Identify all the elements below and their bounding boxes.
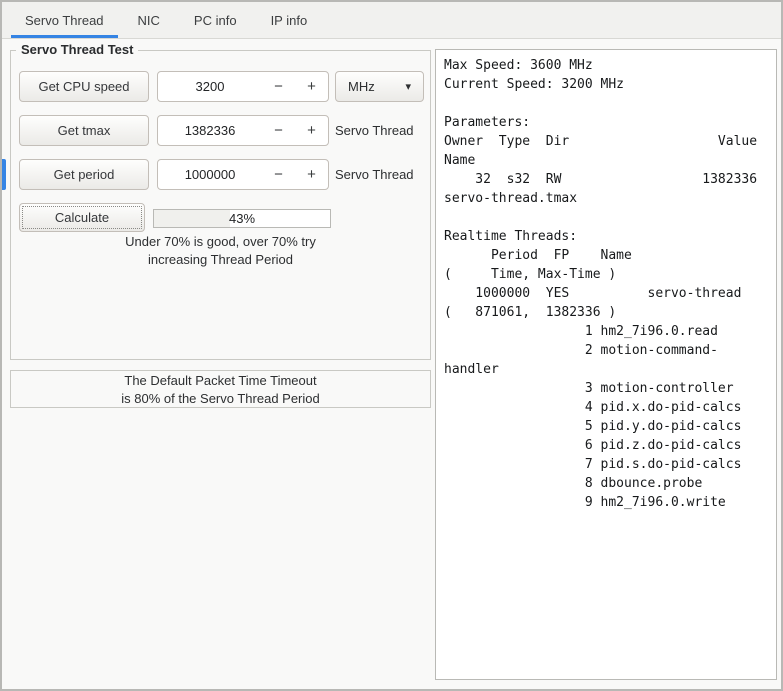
cpu-speed-increment-button[interactable]: + xyxy=(295,72,328,101)
load-progressbar: 43% xyxy=(153,209,331,228)
tmax-increment-button[interactable]: + xyxy=(295,116,328,145)
get-period-button[interactable]: Get period xyxy=(19,159,149,190)
period-decrement-button[interactable]: − xyxy=(262,160,295,189)
left-edge-accent-indicator xyxy=(2,159,6,190)
units-dropdown-value: MHz xyxy=(348,79,375,94)
get-tmax-button[interactable]: Get tmax xyxy=(19,115,149,146)
tab-pc-info[interactable]: PC info xyxy=(177,2,254,38)
progress-percent-label: 43% xyxy=(228,211,256,226)
tmax-value[interactable]: 1382336 xyxy=(158,116,262,145)
app-window: Servo Thread NIC PC info IP info Servo T… xyxy=(0,0,783,691)
frame-title: Servo Thread Test xyxy=(16,42,139,57)
tab-servo-thread-label: Servo Thread xyxy=(25,12,104,28)
tmax-spinbox: 1382336 − + xyxy=(157,115,329,146)
tmax-decrement-button[interactable]: − xyxy=(262,116,295,145)
tab-pc-info-label: PC info xyxy=(193,12,237,28)
threshold-hint-text: Under 70% is good, over 70% try increasi… xyxy=(125,234,316,267)
tmax-thread-label: Servo Thread xyxy=(335,123,414,138)
packet-timeout-note: The Default Packet Time Timeout is 80% o… xyxy=(10,370,431,408)
tab-nic[interactable]: NIC xyxy=(121,2,177,38)
period-thread-label: Servo Thread xyxy=(335,167,414,182)
cpu-speed-decrement-button[interactable]: − xyxy=(262,72,295,101)
tab-bar: Servo Thread NIC PC info IP info xyxy=(2,2,781,39)
get-cpu-speed-button[interactable]: Get CPU speed xyxy=(19,71,149,102)
active-tab-underline xyxy=(11,35,118,38)
period-spinbox: 1000000 − + xyxy=(157,159,329,190)
cpu-speed-spinbox: 3200 − + xyxy=(157,71,329,102)
tab-nic-label: NIC xyxy=(137,12,160,28)
cpu-speed-value[interactable]: 3200 xyxy=(158,72,262,101)
tab-ip-info-label: IP info xyxy=(270,12,308,28)
tab-ip-info[interactable]: IP info xyxy=(254,2,325,38)
period-value[interactable]: 1000000 xyxy=(158,160,262,189)
output-textview: Max Speed: 3600 MHz Current Speed: 3200 … xyxy=(435,49,777,680)
period-increment-button[interactable]: + xyxy=(295,160,328,189)
units-dropdown[interactable]: MHz ▾ xyxy=(335,71,424,102)
calculate-button[interactable]: Calculate xyxy=(19,203,145,232)
servo-thread-test-frame: Servo Thread Test Get CPU speed 3200 − +… xyxy=(10,42,431,360)
chevron-down-icon: ▾ xyxy=(405,81,411,93)
tab-servo-thread[interactable]: Servo Thread xyxy=(8,2,121,38)
